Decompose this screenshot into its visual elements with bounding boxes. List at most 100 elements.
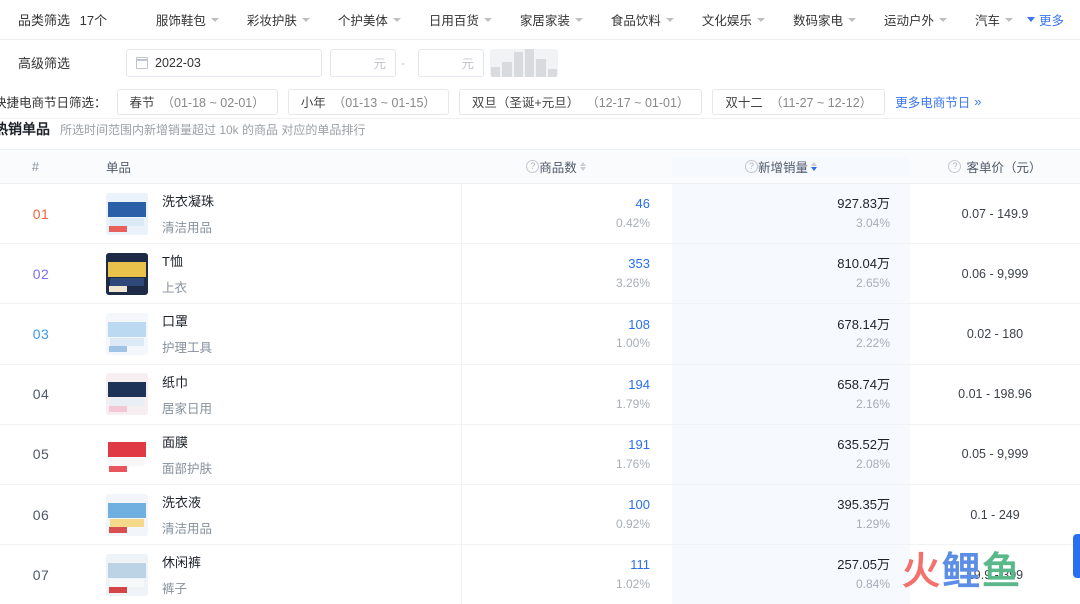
festival-chip-name: 双十二: [725, 96, 763, 110]
category-item-label: 运动户外: [883, 14, 934, 28]
cell-price: 0.05 - 9,999: [910, 425, 1080, 484]
product-name: 休闲裤: [162, 555, 202, 571]
category-item-4[interactable]: 家居家装: [506, 10, 597, 29]
cell-rank: 05: [0, 425, 82, 484]
count-sort-toggle[interactable]: [579, 162, 586, 171]
count-value: 194: [628, 376, 650, 392]
chevron-down-icon: [210, 17, 219, 22]
cell-count: 191 1.76%: [462, 425, 672, 484]
category-item-0[interactable]: 服饰鞋包: [142, 10, 233, 29]
rank-number: 01: [32, 205, 50, 222]
category-item-7[interactable]: 数码家电: [779, 10, 870, 29]
sales-column-label: 新增销量: [757, 161, 808, 175]
festival-chip-1[interactable]: 小年 （01-13 ~ 01-15）: [287, 88, 449, 115]
product-name: 洗衣凝珠: [162, 194, 215, 210]
cell-rank: 03: [0, 304, 82, 363]
category-more-button[interactable]: 更多: [1026, 10, 1064, 29]
date-picker[interactable]: 2022-03: [126, 48, 322, 77]
price-min-placeholder: 元: [373, 57, 386, 71]
table-row[interactable]: 06 洗衣液 清洁用品 100 0.92% 395.35万 1.29% 0.1 - 249: [0, 484, 1080, 546]
sales-percent: 2.65%: [855, 276, 890, 291]
festival-chip-name: 春节: [129, 96, 155, 110]
sales-percent: 3.04%: [855, 216, 890, 231]
table-row[interactable]: 01 洗衣凝珠 清洁用品 46 0.42% 927.83万 3.04% 0.07 - 149.…: [0, 184, 1080, 245]
price-range-separator: -: [401, 55, 405, 70]
table-row[interactable]: 05 面膜 面部护肤 191 1.76% 635.52万 2.08% 0.05 - 9,999: [0, 424, 1080, 485]
chevron-down-icon: [301, 17, 310, 22]
category-item-5[interactable]: 食品饮料: [597, 10, 688, 29]
festival-chip-3[interactable]: 双十二 （11-27 ~ 12-12）: [712, 88, 886, 115]
header-cell-sales[interactable]: ? 新增销量: [672, 157, 910, 176]
sales-sort-toggle[interactable]: [811, 162, 817, 171]
price-column-label: 客单价（元）: [966, 161, 1042, 175]
chevron-down-icon: [483, 17, 492, 22]
product-name: T恤: [162, 254, 183, 270]
cell-sales: 810.04万 2.65%: [672, 244, 910, 304]
chevron-down-icon: [847, 17, 856, 22]
category-item-list: 服饰鞋包 彩妆护肤 个护美体 日用百货 家居家装 食品饮料 文化娱乐 数码家电 运动户外 汽车: [142, 10, 1027, 29]
price-min-input[interactable]: 元: [330, 48, 396, 77]
festival-chip-range: （01-13 ~ 01-15）: [332, 96, 436, 110]
product-category: 上衣: [162, 281, 188, 296]
cell-item: 休闲裤 裤子: [82, 545, 462, 604]
price-range: 0.02 - 180: [966, 326, 1024, 341]
category-item-label: 个护美体: [337, 14, 388, 28]
category-item-2[interactable]: 个护美体: [324, 10, 415, 29]
festival-chip-range: （11-27 ~ 12-12）: [769, 96, 873, 110]
help-icon[interactable]: ?: [744, 160, 758, 173]
category-item-label: 彩妆护肤: [246, 14, 297, 28]
cell-price: 0.01 - 198.96: [910, 365, 1080, 424]
count-value: 191: [628, 436, 650, 452]
festival-filter-label: 快捷电商节日筛选：: [0, 96, 107, 110]
category-filter-bar: 品类筛选 17个 服饰鞋包 彩妆护肤 个护美体 日用百货 家居家装 食品饮料 文化娱乐 数码家…: [0, 0, 1080, 40]
chevron-down-icon: [938, 17, 947, 22]
hot-items-table: # 单品 ? 商品数 ? 新增销量 ? 客单价（元） 01 洗衣凝珠 清洁用品 46 0…: [0, 149, 1080, 604]
category-filter-count: 17个: [79, 13, 108, 28]
cell-item: 洗衣液 清洁用品: [82, 484, 462, 545]
header-cell-count[interactable]: ? 商品数: [462, 157, 672, 176]
price-histogram-thumbnail[interactable]: [490, 48, 558, 77]
product-thumbnail: [106, 433, 148, 476]
product-thumbnail: [106, 493, 148, 536]
cell-rank: 04: [0, 365, 82, 424]
cell-item: 面膜 面部护肤: [82, 424, 462, 484]
count-percent: 1.79%: [615, 396, 650, 411]
product-category: 居家日用: [162, 401, 213, 416]
count-percent: 1.00%: [615, 336, 650, 351]
sales-percent: 2.16%: [855, 396, 890, 411]
product-text: 休闲裤 裤子: [162, 552, 201, 597]
chevron-down-icon: [665, 17, 674, 22]
category-item-6[interactable]: 文化娱乐: [688, 10, 779, 29]
cell-item: T恤上衣: [82, 244, 462, 304]
table-row[interactable]: 03 口罩 护理工具 108 1.00% 678.14万 2.22% 0.02 - 180: [0, 304, 1080, 365]
category-item-9[interactable]: 汽车: [961, 10, 1027, 29]
price-range: 0.06 - 9,999: [961, 266, 1029, 281]
sales-value: 658.74万: [837, 376, 890, 392]
help-icon[interactable]: ?: [526, 160, 540, 173]
date-picker-value: 2022-03: [155, 55, 201, 70]
advanced-filter-fields: 2022-03 元 - 元: [126, 48, 558, 77]
help-icon[interactable]: ?: [948, 160, 962, 173]
price-max-input[interactable]: 元: [418, 48, 484, 77]
cell-rank: 01: [0, 184, 82, 243]
category-item-1[interactable]: 彩妆护肤: [233, 10, 324, 29]
festival-chip-0[interactable]: 春节 （01-18 ~ 02-01）: [116, 88, 278, 115]
rank-number: 06: [32, 506, 50, 523]
advanced-filter-bar: 高级筛选 2022-03 元 - 元: [0, 40, 1080, 85]
category-item-label: 数码家电: [792, 14, 843, 28]
calendar-icon: [136, 56, 148, 69]
festival-more-button[interactable]: 更多电商节日 »: [895, 92, 981, 111]
edge-scroll-handle[interactable]: [1073, 534, 1080, 578]
product-category: 护理工具: [162, 341, 213, 356]
table-row[interactable]: 07 休闲裤 裤子 111 1.02% 257.05万 0.84% 19.9 - 399: [0, 545, 1080, 604]
chevron-down-icon: [1004, 17, 1013, 22]
festival-chip-name: 小年: [300, 96, 326, 110]
count-value: 108: [628, 316, 650, 332]
cell-price: 0.06 - 9,999: [910, 244, 1080, 303]
category-item-3[interactable]: 日用百货: [415, 10, 506, 29]
cell-count: 353 3.26%: [462, 244, 672, 303]
table-row[interactable]: 04 纸巾 居家日用 194 1.79% 658.74万 2.16% 0.01 - 198.9…: [0, 364, 1080, 425]
festival-chip-2[interactable]: 双旦（圣诞+元旦） （12-17 ~ 01-01）: [458, 88, 703, 115]
table-row[interactable]: 02 T恤 上衣 353 3.26% 810.04万 2.65% 0.06 - 9,999: [0, 244, 1080, 305]
category-item-8[interactable]: 运动户外: [870, 10, 961, 29]
